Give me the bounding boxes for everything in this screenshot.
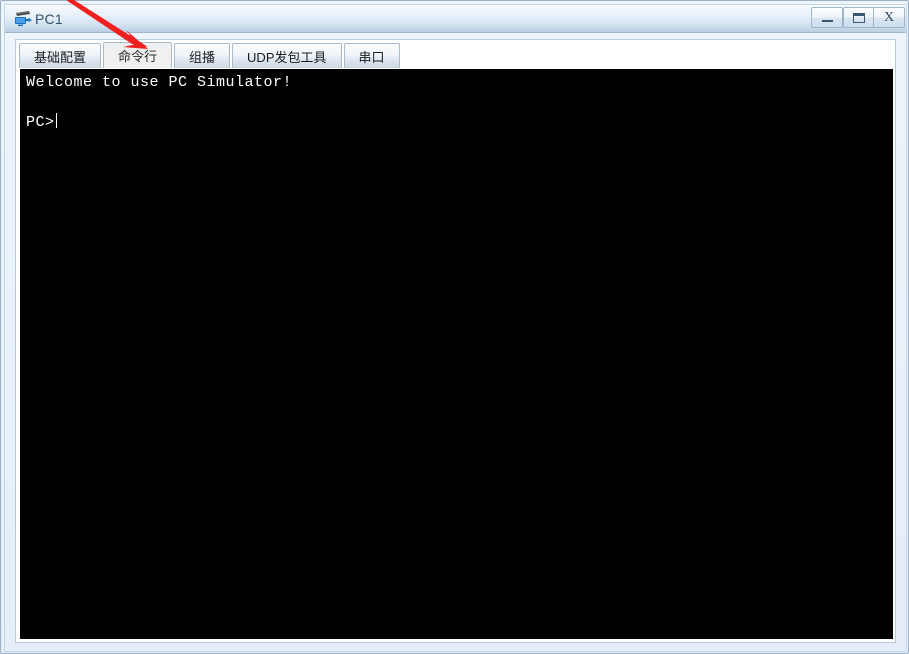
tab-label: 基础配置 [34, 49, 87, 65]
terminal-console[interactable]: Welcome to use PC Simulator! PC> [20, 69, 893, 639]
maximize-button[interactable] [843, 7, 875, 28]
terminal-prompt-line: PC> [26, 113, 893, 133]
pc-simulator-icon [13, 9, 33, 29]
tab-udp-packet-tool[interactable]: UDP发包工具 [232, 43, 342, 68]
pc-simulator-window: PC1 X 基础配置 命令行 组播 UDP发包工具 串口 Welcome to … [0, 0, 909, 654]
minimize-button[interactable] [811, 7, 843, 28]
terminal-prompt: PC> [26, 114, 55, 131]
maximize-icon [853, 12, 865, 23]
tab-label: 串口 [358, 49, 385, 65]
tab-command-line[interactable]: 命令行 [103, 42, 173, 68]
tab-serial-port[interactable]: 串口 [343, 43, 400, 68]
minimize-icon [821, 20, 833, 22]
close-icon: X [883, 9, 895, 25]
tab-label: UDP发包工具 [247, 49, 327, 65]
tab-bar: 基础配置 命令行 组播 UDP发包工具 串口 [16, 40, 895, 68]
window-title: PC1 [35, 11, 63, 27]
terminal-cursor [55, 113, 57, 128]
window-content: 基础配置 命令行 组播 UDP发包工具 串口 Welcome to use PC… [15, 39, 896, 643]
terminal-line-welcome: Welcome to use PC Simulator! [26, 74, 293, 91]
title-bar: PC1 X [5, 5, 906, 33]
tab-label: 命令行 [118, 49, 158, 64]
tab-basic-config[interactable]: 基础配置 [19, 43, 102, 68]
close-button[interactable]: X [873, 7, 905, 28]
tab-label: 组播 [189, 49, 216, 65]
tab-multicast[interactable]: 组播 [174, 43, 231, 68]
